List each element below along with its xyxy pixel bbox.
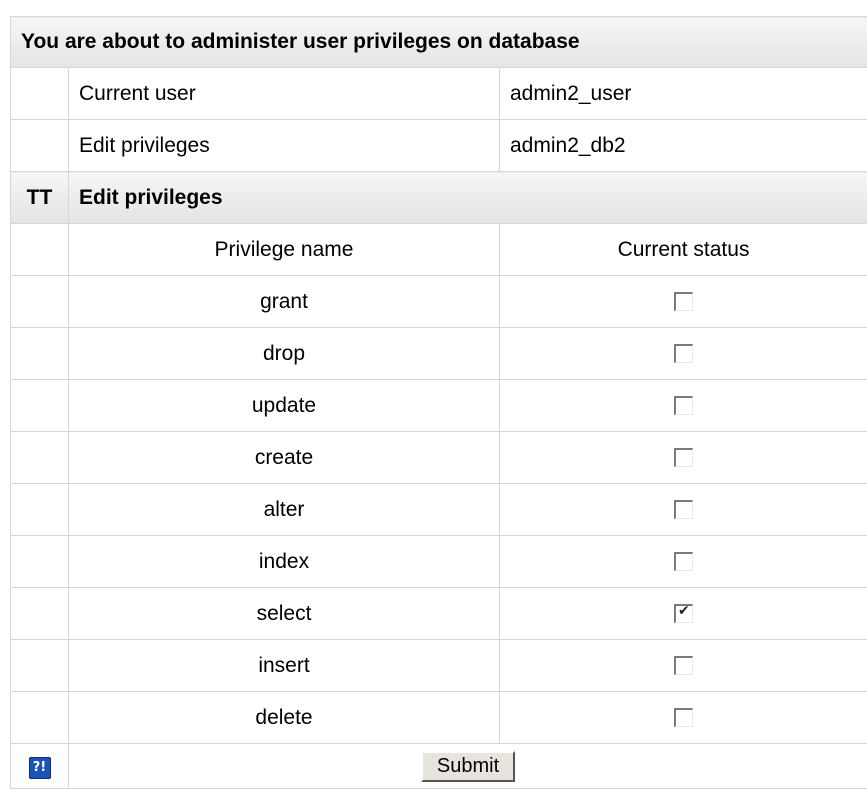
spacer-cell: [10, 535, 69, 588]
spacer-cell: [10, 587, 69, 640]
spacer-cell: [10, 119, 69, 172]
privilege-name: insert: [68, 639, 500, 692]
privilege-name: select: [68, 587, 500, 640]
privilege-row: drop: [10, 327, 867, 380]
privilege-row: grant: [10, 275, 867, 328]
privilege-checkbox-update[interactable]: [674, 396, 693, 416]
privilege-name: drop: [68, 327, 500, 380]
privilege-status-cell: [498, 483, 867, 536]
info-row-current-user: Current user admin2_user: [10, 67, 867, 120]
spacer-cell: [10, 483, 69, 536]
privilege-name: update: [68, 379, 500, 432]
help-icon[interactable]: ?!: [28, 757, 51, 779]
privilege-status-cell: [498, 275, 867, 328]
spacer-cell: [10, 67, 69, 120]
privileges-list: grantdropupdatecreatealterindexselectins…: [10, 275, 867, 744]
submit-cell: Submit: [67, 743, 867, 789]
privilege-name: create: [68, 431, 500, 484]
privilege-name: delete: [68, 691, 500, 744]
edit-privileges-value: admin2_db2: [498, 119, 867, 172]
spacer-cell: [10, 275, 69, 328]
current-user-label: Current user: [68, 67, 500, 120]
spacer-cell: [10, 223, 69, 276]
privilege-name: grant: [68, 275, 500, 328]
title-row: You are about to administer user privile…: [9, 16, 867, 68]
spacer-cell: [10, 379, 69, 432]
page-title: You are about to administer user privile…: [9, 16, 867, 68]
column-header-current-status: Current status: [498, 223, 867, 276]
privilege-row: create: [10, 431, 867, 484]
privilege-row: delete: [10, 691, 867, 744]
privilege-checkbox-drop[interactable]: [674, 344, 693, 364]
submit-button[interactable]: Submit: [420, 750, 516, 782]
section-title: Edit privileges: [67, 171, 867, 224]
spacer-cell: [10, 431, 69, 484]
privilege-checkbox-select[interactable]: [674, 603, 693, 624]
column-header-row: Privilege name Current status: [10, 223, 867, 276]
privilege-checkbox-index[interactable]: [674, 552, 693, 572]
privilege-checkbox-delete[interactable]: [674, 708, 693, 728]
privilege-checkbox-grant[interactable]: [674, 292, 693, 312]
spacer-cell: [10, 327, 69, 380]
section-icon: TT: [10, 171, 69, 224]
help-cell: ?!: [10, 743, 69, 789]
edit-privileges-label: Edit privileges: [68, 119, 500, 172]
info-row-edit-privileges: Edit privileges admin2_db2: [10, 119, 867, 172]
privilege-status-cell: [498, 431, 867, 484]
privilege-row: alter: [10, 483, 867, 536]
privilege-row: index: [10, 535, 867, 588]
privilege-row: insert: [10, 639, 867, 692]
privilege-status-cell: [498, 327, 867, 380]
privileges-table: You are about to administer user privile…: [9, 16, 867, 789]
privilege-status-cell: [498, 691, 867, 744]
privilege-status-cell: [498, 587, 867, 640]
privileges-panel: You are about to administer user privile…: [9, 16, 867, 789]
footer-row: ?! Submit: [10, 743, 867, 789]
spacer-cell: [10, 639, 69, 692]
column-header-privilege-name: Privilege name: [68, 223, 500, 276]
spacer-cell: [10, 691, 69, 744]
privilege-name: index: [68, 535, 500, 588]
privilege-row: select: [10, 587, 867, 640]
privilege-checkbox-insert[interactable]: [674, 656, 693, 676]
privilege-status-cell: [498, 535, 867, 588]
privilege-row: update: [10, 379, 867, 432]
privilege-checkbox-create[interactable]: [674, 448, 693, 468]
privilege-checkbox-alter[interactable]: [674, 500, 693, 520]
privilege-status-cell: [498, 379, 867, 432]
privilege-name: alter: [68, 483, 500, 536]
current-user-value: admin2_user: [498, 67, 867, 120]
section-header-row: TT Edit privileges: [10, 171, 867, 224]
privilege-status-cell: [498, 639, 867, 692]
